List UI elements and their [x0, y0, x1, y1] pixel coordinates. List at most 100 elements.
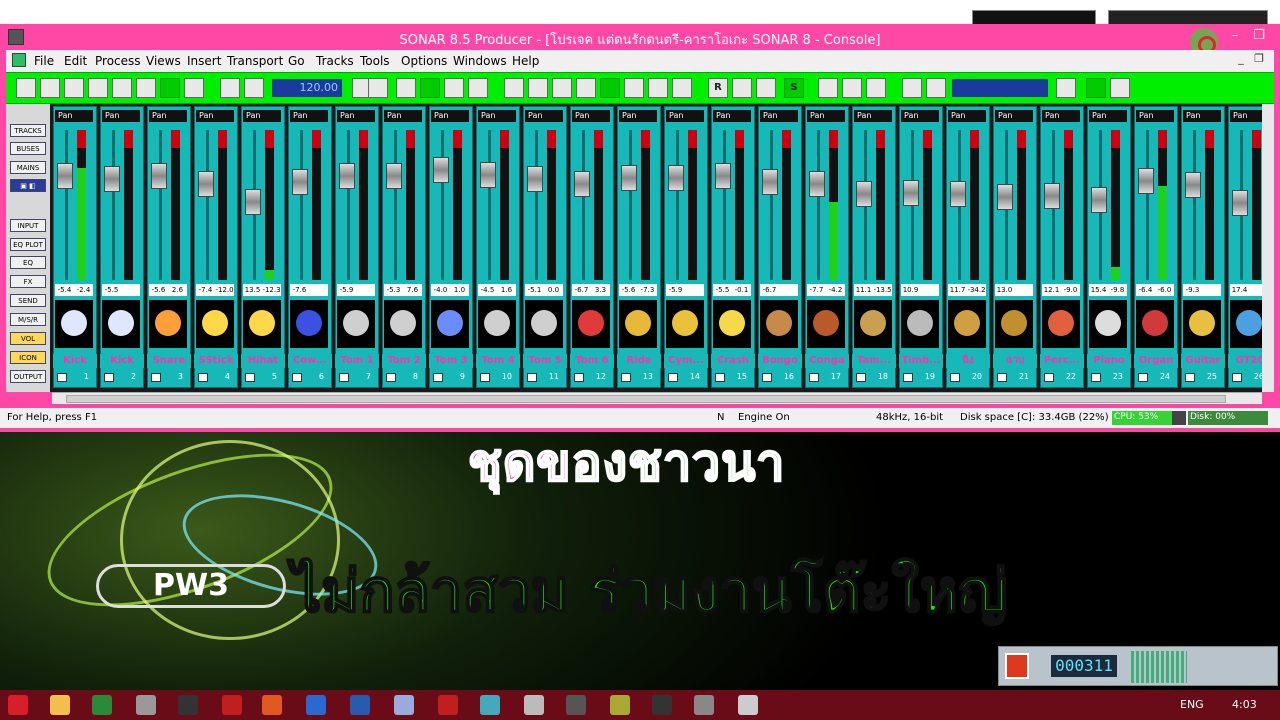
input-language[interactable]: ENG [1180, 698, 1204, 711]
track-icon[interactable] [525, 300, 563, 348]
volume-fader[interactable] [1232, 190, 1248, 216]
toolbar-button[interactable] [112, 78, 132, 98]
toolbar-button[interactable] [648, 78, 668, 98]
volume-fader[interactable] [621, 165, 637, 191]
pan-control[interactable]: Pan [384, 110, 422, 122]
volume-fader[interactable] [668, 165, 684, 191]
toolbar-button[interactable] [88, 78, 108, 98]
toolbar-button[interactable] [1086, 78, 1106, 98]
volume-fader[interactable] [762, 169, 778, 195]
app-icon[interactable] [394, 695, 414, 715]
eqplot-module-toggle[interactable]: EQ PLOT [10, 238, 46, 251]
track-name[interactable]: Snare [147, 354, 191, 368]
toolbar-button[interactable] [732, 78, 752, 98]
toolbar-button[interactable] [1056, 78, 1076, 98]
io-icon[interactable] [57, 373, 67, 382]
volume-fader[interactable] [57, 163, 73, 189]
toolbar-button[interactable] [842, 78, 862, 98]
app-icon[interactable] [610, 695, 630, 715]
track-icon[interactable] [572, 300, 610, 348]
io-icon[interactable] [621, 373, 631, 382]
record-arm-button[interactable]: R [708, 78, 728, 98]
pan-control[interactable]: Pan [1183, 110, 1221, 122]
io-icon[interactable] [292, 373, 302, 382]
mains-toggle[interactable]: MAINS [10, 161, 46, 174]
io-icon[interactable] [950, 373, 960, 382]
toolbar-button[interactable] [40, 78, 60, 98]
input-module-toggle[interactable]: INPUT [10, 219, 46, 232]
toolbar-button[interactable] [672, 78, 692, 98]
app-icon[interactable] [566, 695, 586, 715]
pan-control[interactable]: Pan [431, 110, 469, 122]
toolbar-button[interactable] [16, 78, 36, 98]
track-name[interactable]: Kick [100, 354, 144, 368]
horizontal-scrollbar[interactable] [52, 392, 1262, 404]
track-name[interactable]: Kick [53, 354, 97, 368]
io-icon[interactable] [762, 373, 772, 382]
pan-control[interactable]: Pan [572, 110, 610, 122]
toolbar-button[interactable] [756, 78, 776, 98]
pan-control[interactable]: Pan [713, 110, 751, 122]
stop-record-button[interactable] [1005, 653, 1029, 679]
track-icon[interactable] [243, 300, 281, 348]
track-icon[interactable] [807, 300, 845, 348]
pan-control[interactable]: Pan [1089, 110, 1127, 122]
track-icon[interactable] [1183, 300, 1221, 348]
menu-help[interactable]: Help [512, 54, 539, 68]
track-icon[interactable] [290, 300, 328, 348]
io-icon[interactable] [198, 373, 208, 382]
track-icon[interactable] [619, 300, 657, 348]
io-icon[interactable] [386, 373, 396, 382]
track-icon[interactable] [713, 300, 751, 348]
io-icon[interactable] [1138, 373, 1148, 382]
track-name[interactable]: Piano [1087, 354, 1131, 368]
icon-module-toggle[interactable]: ICON [10, 351, 46, 364]
toolbar-dropdown[interactable] [952, 79, 1048, 97]
track-name[interactable]: ฉิ่ง [946, 354, 990, 368]
track-name[interactable]: Timb... [899, 354, 943, 368]
io-icon[interactable] [527, 373, 537, 382]
toolbar-button[interactable] [528, 78, 548, 98]
toolbar-button[interactable] [902, 78, 922, 98]
word-icon[interactable] [350, 695, 370, 715]
volume-fader[interactable] [574, 171, 590, 197]
io-icon[interactable] [574, 373, 584, 382]
mdi-restore-icon[interactable]: ❐ [1250, 52, 1268, 68]
menu-file[interactable]: File [34, 54, 54, 68]
pan-control[interactable]: Pan [995, 110, 1033, 122]
track-icon[interactable] [384, 300, 422, 348]
io-icon[interactable] [1091, 373, 1101, 382]
volume-fader[interactable] [339, 163, 355, 189]
toolbar-button[interactable] [64, 78, 84, 98]
toolbar-button[interactable] [136, 78, 156, 98]
io-icon[interactable] [809, 373, 819, 382]
menu-views[interactable]: Views [146, 54, 181, 68]
track-name[interactable]: Guitar [1181, 354, 1225, 368]
volume-fader[interactable] [1138, 168, 1154, 194]
solo-button[interactable]: S [784, 78, 804, 98]
pan-control[interactable]: Pan [901, 110, 939, 122]
track-icon[interactable] [55, 300, 93, 348]
track-icon[interactable] [901, 300, 939, 348]
app-icon[interactable] [524, 695, 544, 715]
maximize-button[interactable]: ❐ [1246, 26, 1272, 46]
pan-control[interactable]: Pan [478, 110, 516, 122]
clock[interactable]: 4:03 [1232, 698, 1257, 711]
volume-fader[interactable] [151, 163, 167, 189]
track-name[interactable]: Organ [1134, 354, 1178, 368]
track-icon[interactable] [196, 300, 234, 348]
mdi-minimize-icon[interactable]: _ [1232, 52, 1250, 68]
track-icon[interactable] [666, 300, 704, 348]
pan-control[interactable]: Pan [55, 110, 93, 122]
volume-fader[interactable] [950, 181, 966, 207]
track-name[interactable]: Tom 2 [382, 354, 426, 368]
toolbar-button[interactable] [624, 78, 644, 98]
track-name[interactable]: Hihat [241, 354, 285, 368]
io-icon[interactable] [856, 373, 866, 382]
pan-control[interactable]: Pan [1042, 110, 1080, 122]
io-icon[interactable] [1232, 373, 1242, 382]
media-player-icon[interactable] [306, 695, 326, 715]
pan-control[interactable]: Pan [290, 110, 328, 122]
track-name[interactable]: GT20 [1228, 354, 1262, 368]
menu-insert[interactable]: Insert [187, 54, 221, 68]
